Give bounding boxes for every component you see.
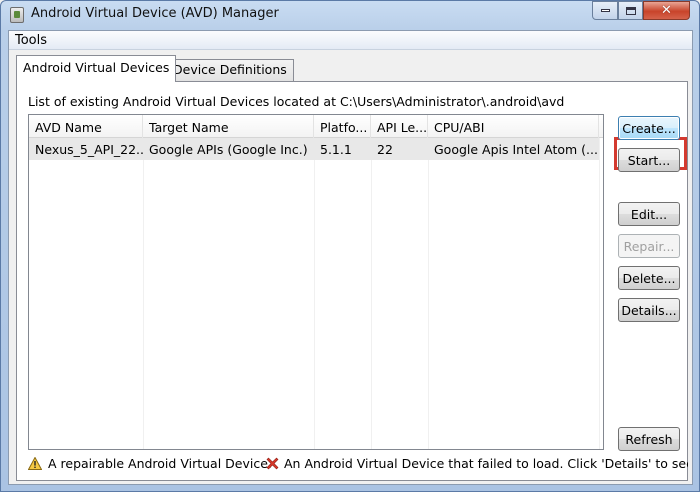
cell-target-name: Google APIs (Google Inc.): [149, 142, 308, 157]
start-button[interactable]: Start...: [618, 148, 680, 172]
title-bar[interactable]: Android Virtual Device (AVD) Manager ✕: [1, 1, 699, 29]
avd-table: AVD Name Target Name Platfo... API Le...…: [28, 114, 604, 450]
legend-failed: An Android Virtual Device that failed to…: [284, 456, 688, 471]
minimize-button[interactable]: [592, 1, 618, 20]
status-legend: A repairable Android Virtual Device. An …: [28, 455, 688, 475]
tab-android-virtual-devices[interactable]: Android Virtual Devices: [16, 55, 177, 82]
column-divider: [314, 138, 315, 449]
menu-bar: Tools: [9, 31, 692, 50]
details-button[interactable]: Details...: [618, 298, 680, 322]
warning-icon: [28, 457, 42, 470]
close-icon: ✕: [661, 3, 672, 18]
avd-tab-panel: List of existing Android Virtual Devices…: [16, 81, 688, 481]
refresh-button[interactable]: Refresh: [618, 427, 680, 451]
cell-cpu-abi: Google Apis Intel Atom (...: [434, 142, 598, 157]
column-divider: [143, 138, 144, 449]
column-divider: [428, 138, 429, 449]
client-area: Tools Android Virtual Devices Device Def…: [8, 30, 693, 485]
column-header-api-level[interactable]: API Le...: [371, 115, 428, 138]
column-header-avd-name[interactable]: AVD Name: [29, 115, 143, 138]
close-button[interactable]: ✕: [643, 1, 690, 20]
cell-avd-name: Nexus_5_API_22...: [35, 142, 143, 157]
avd-manager-window: Android Virtual Device (AVD) Manager ✕ T…: [0, 0, 700, 492]
edit-button[interactable]: Edit...: [618, 202, 680, 226]
menu-tools[interactable]: Tools: [15, 33, 47, 48]
table-header: AVD Name Target Name Platfo... API Le...…: [29, 115, 603, 138]
delete-button[interactable]: Delete...: [618, 266, 680, 290]
legend-repairable: A repairable Android Virtual Device.: [48, 456, 272, 471]
cell-api-level: 22: [377, 142, 393, 157]
column-header-target-name[interactable]: Target Name: [143, 115, 314, 138]
cell-platform: 5.1.1: [320, 142, 352, 157]
error-x-icon: [266, 457, 279, 470]
tab-device-definitions[interactable]: Device Definitions: [166, 59, 294, 81]
column-header-cpu-abi[interactable]: CPU/ABI: [428, 115, 599, 138]
android-app-icon: [10, 7, 24, 23]
maximize-icon: [625, 6, 636, 15]
maximize-button[interactable]: [618, 1, 643, 20]
column-header-platform[interactable]: Platfo...: [314, 115, 371, 138]
create-button[interactable]: Create...: [618, 116, 680, 140]
column-divider: [371, 138, 372, 449]
repair-button[interactable]: Repair...: [618, 234, 680, 258]
column-divider: [599, 138, 600, 449]
table-row[interactable]: Nexus_5_API_22... Google APIs (Google In…: [29, 138, 599, 160]
minimize-icon: [600, 9, 610, 12]
window-title: Android Virtual Device (AVD) Manager: [31, 6, 279, 21]
avd-location-label: List of existing Android Virtual Devices…: [28, 94, 565, 109]
